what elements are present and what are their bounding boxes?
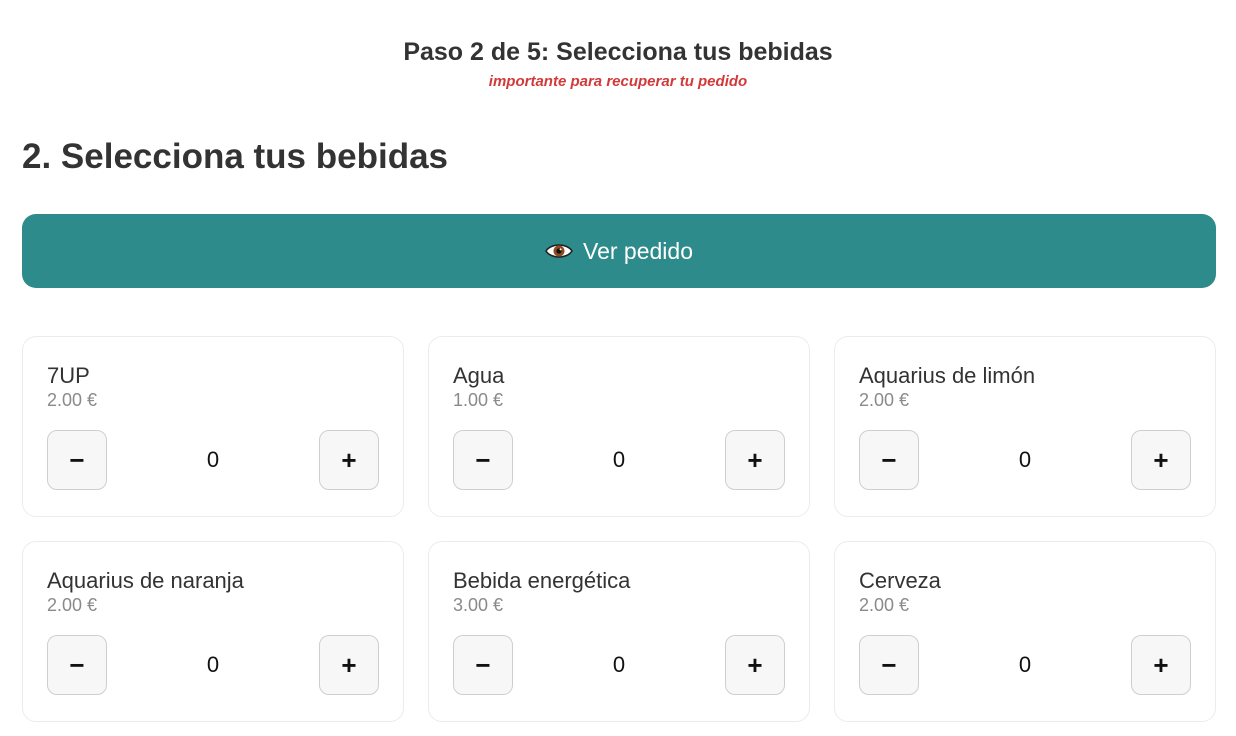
quantity-value: 0 — [206, 652, 220, 677]
product-name: 7UP — [47, 363, 90, 388]
product-price: 3.00 € — [453, 595, 504, 615]
product-name: Agua — [453, 363, 505, 388]
decrease-button[interactable]: − — [47, 430, 107, 490]
product-card: 7UP 2.00 € − 0 + — [22, 336, 404, 517]
quantity-value: 0 — [612, 447, 626, 472]
section-title: 2. Selecciona tus bebidas — [22, 137, 448, 176]
product-price: 2.00 € — [47, 390, 98, 410]
step-note: importante para recuperar tu pedido — [488, 73, 748, 90]
decrease-button[interactable]: − — [453, 430, 513, 490]
view-order-button[interactable]: Ver pedido — [22, 214, 1216, 288]
product-name: Aquarius de naranja — [47, 568, 244, 593]
product-card: Aquarius de limón 2.00 € − 0 + — [834, 336, 1216, 517]
decrease-button[interactable]: − — [859, 430, 919, 490]
quantity-stepper: − 0 + — [453, 430, 785, 490]
quantity-value: 0 — [206, 447, 220, 472]
quantity-value: 0 — [1018, 652, 1032, 677]
product-price: 1.00 € — [453, 390, 504, 410]
product-name: Cerveza — [859, 568, 941, 593]
increase-button[interactable]: + — [1131, 430, 1191, 490]
product-grid: 7UP 2.00 € − 0 + Agua 1.00 € − 0 + Aquar… — [22, 336, 1216, 722]
quantity-stepper: − 0 + — [47, 430, 379, 490]
product-card: Agua 1.00 € − 0 + — [428, 336, 810, 517]
quantity-stepper: − 0 + — [859, 430, 1191, 490]
product-card: Cerveza 2.00 € − 0 + — [834, 541, 1216, 722]
quantity-value: 0 — [1018, 447, 1032, 472]
quantity-stepper: − 0 + — [47, 635, 379, 695]
eye-icon — [545, 241, 573, 261]
increase-button[interactable]: + — [319, 430, 379, 490]
drinks-selection-page: Paso 2 de 5: Selecciona tus bebidas impo… — [0, 0, 1236, 736]
quantity-value: 0 — [612, 652, 626, 677]
quantity-stepper: − 0 + — [859, 635, 1191, 695]
step-header: Paso 2 de 5: Selecciona tus bebidas impo… — [22, 0, 1214, 91]
increase-button[interactable]: + — [1131, 635, 1191, 695]
product-price: 2.00 € — [859, 390, 910, 410]
view-order-label: Ver pedido — [583, 237, 693, 264]
product-card: Aquarius de naranja 2.00 € − 0 + — [22, 541, 404, 722]
increase-button[interactable]: + — [725, 635, 785, 695]
product-price: 2.00 € — [47, 595, 98, 615]
product-price: 2.00 € — [859, 595, 910, 615]
decrease-button[interactable]: − — [859, 635, 919, 695]
product-card: Bebida energética 3.00 € − 0 + — [428, 541, 810, 722]
decrease-button[interactable]: − — [47, 635, 107, 695]
step-title: Paso 2 de 5: Selecciona tus bebidas — [403, 38, 833, 66]
decrease-button[interactable]: − — [453, 635, 513, 695]
increase-button[interactable]: + — [725, 430, 785, 490]
product-name: Bebida energética — [453, 568, 631, 593]
quantity-stepper: − 0 + — [453, 635, 785, 695]
product-name: Aquarius de limón — [859, 363, 1036, 388]
increase-button[interactable]: + — [319, 635, 379, 695]
